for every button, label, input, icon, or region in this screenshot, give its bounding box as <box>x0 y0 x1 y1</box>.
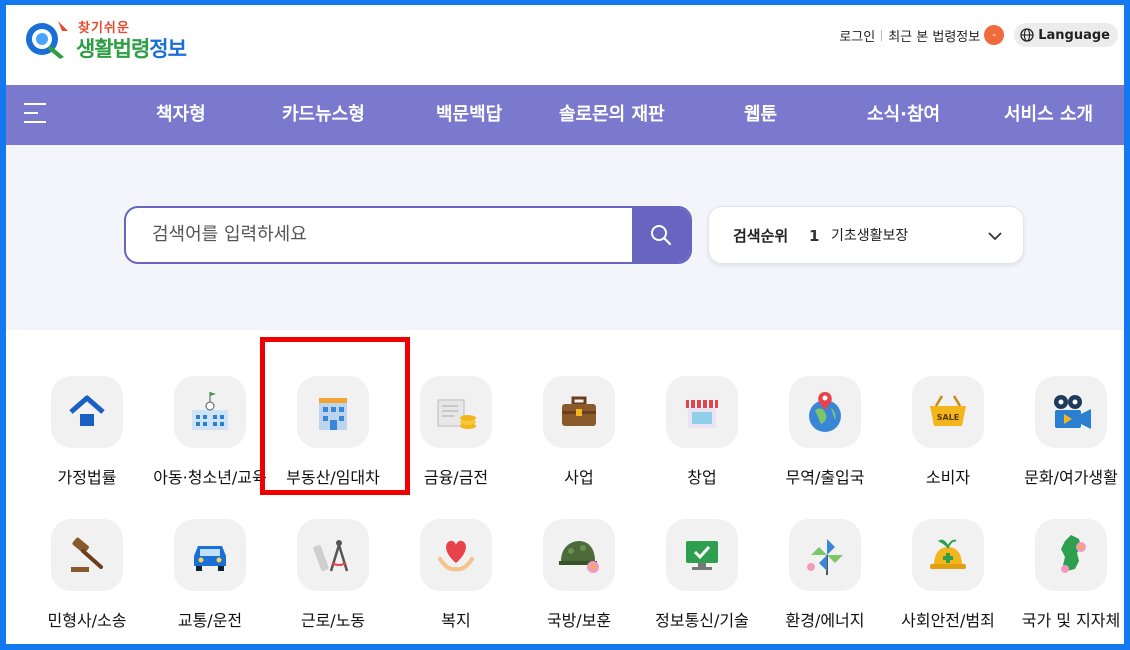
category-labor[interactable]: 근로/노동 <box>263 519 403 639</box>
category-label: 아동·청소년/교육 <box>153 468 267 487</box>
chevron-down-icon[interactable] <box>987 228 1003 244</box>
main-nav: 책자형 카드뉴스형 백문백답 솔로몬의 재판 웹툰 소식·참여 서비스 소개 <box>6 85 1124 145</box>
store-icon <box>666 376 738 448</box>
category-startup[interactable]: 창업 <box>632 376 772 496</box>
category-litigation[interactable]: 민형사/소송 <box>17 519 157 639</box>
recent-laws-link[interactable]: 최근 본 법령정보 <box>888 26 980 45</box>
compass-icon <box>297 519 369 591</box>
rank-number: 1 <box>809 227 820 245</box>
category-label: 민형사/소송 <box>47 611 127 630</box>
top-header: 찾기쉬운 생활법령정보 로그인 최근 본 법령정보 - Language <box>6 5 1124 85</box>
category-welfare[interactable]: 복지 <box>386 519 526 639</box>
category-label: 소비자 <box>925 468 971 487</box>
heart-hands-icon <box>420 519 492 591</box>
category-culture[interactable]: 문화/여가생활 <box>1001 376 1124 496</box>
rank-keyword[interactable]: 기초생활보장 <box>831 207 908 265</box>
car-icon <box>174 519 246 591</box>
category-finance[interactable]: 금융/금전 <box>386 376 526 496</box>
globe-icon <box>1020 28 1034 42</box>
nav-item-booklet[interactable]: 책자형 <box>156 85 206 145</box>
login-link[interactable]: 로그인 <box>839 26 875 45</box>
category-label: 교통/운전 <box>177 611 243 630</box>
money-icon <box>420 376 492 448</box>
language-button[interactable]: Language <box>1014 23 1118 47</box>
category-business[interactable]: 사업 <box>509 376 649 496</box>
category-government[interactable]: 국가 및 지자체 <box>1001 519 1124 639</box>
category-label: 무역/출입국 <box>785 468 865 487</box>
category-defense[interactable]: 국방/보훈 <box>509 519 649 639</box>
briefcase-icon <box>543 376 615 448</box>
search-section: 검색어를 입력하세요 검색순위 1 기초생활보장 <box>6 145 1124 330</box>
category-label: 복지 <box>441 611 471 630</box>
category-label: 문화/여가생활 <box>1024 468 1118 487</box>
video-camera-icon <box>1035 376 1107 448</box>
category-label: 가정법률 <box>57 468 117 487</box>
search-icon <box>651 225 672 246</box>
category-environment[interactable]: 환경/에너지 <box>755 519 895 639</box>
category-family-law[interactable]: 가정법률 <box>17 376 157 496</box>
category-public-safety[interactable]: 사회안전/범죄 <box>878 519 1018 639</box>
search-input[interactable]: 검색어를 입력하세요 <box>152 208 307 262</box>
nav-item-faq[interactable]: 백문백답 <box>436 85 502 145</box>
category-trade[interactable]: 무역/출입국 <box>755 376 895 496</box>
nav-item-webtoon[interactable]: 웹툰 <box>744 85 777 145</box>
nav-item-news[interactable]: 소식·참여 <box>867 85 940 145</box>
category-consumer[interactable]: SALE 소비자 <box>878 376 1018 496</box>
category-youth-education[interactable]: 아동·청소년/교육 <box>140 376 280 496</box>
utility-links: 로그인 최근 본 법령정보 - Language <box>839 22 1118 48</box>
logo-title-part2: 정보 <box>149 37 187 61</box>
category-label: 부동산/임대차 <box>286 468 380 487</box>
gavel-icon <box>51 519 123 591</box>
category-label: 정보통신/기술 <box>655 611 749 630</box>
category-ict[interactable]: 정보통신/기술 <box>632 519 772 639</box>
svg-text:SALE: SALE <box>937 413 960 422</box>
school-icon <box>174 376 246 448</box>
logo-title-part1: 생활법령 <box>76 37 150 61</box>
category-label: 국가 및 지자체 <box>1021 611 1121 630</box>
helmet-icon <box>543 519 615 591</box>
category-label: 환경/에너지 <box>785 611 865 630</box>
safety-helmet-icon <box>912 519 984 591</box>
category-label: 국방/보훈 <box>546 611 612 630</box>
pinwheel-icon <box>789 519 861 591</box>
hamburger-icon[interactable] <box>24 103 46 123</box>
sale-basket-icon: SALE <box>912 376 984 448</box>
search-button[interactable] <box>632 208 690 262</box>
category-label: 근로/노동 <box>300 611 366 630</box>
category-real-estate[interactable]: 부동산/임대차 <box>263 376 403 496</box>
building-icon <box>297 376 369 448</box>
monitor-check-icon <box>666 519 738 591</box>
category-traffic[interactable]: 교통/운전 <box>140 519 280 639</box>
divider <box>881 29 883 41</box>
globe-pin-icon <box>789 376 861 448</box>
language-label: Language <box>1038 27 1110 43</box>
category-label: 사업 <box>564 468 594 487</box>
house-icon <box>51 376 123 448</box>
logo-icon <box>26 21 68 59</box>
site-logo[interactable]: 찾기쉬운 생활법령정보 <box>24 13 214 69</box>
search-rank-dropdown[interactable]: 검색순위 1 기초생활보장 <box>708 206 1024 264</box>
category-label: 사회안전/범죄 <box>901 611 995 630</box>
korea-map-icon <box>1035 519 1107 591</box>
page-frame: 찾기쉬운 생활법령정보 로그인 최근 본 법령정보 - Language 책자형… <box>0 0 1130 650</box>
recent-count-badge: - <box>984 25 1005 45</box>
logo-title: 생활법령정보 <box>76 33 187 63</box>
rank-label: 검색순위 <box>733 227 789 245</box>
nav-item-solomon[interactable]: 솔로몬의 재판 <box>559 85 665 145</box>
category-label: 창업 <box>687 468 717 487</box>
search-box: 검색어를 입력하세요 <box>124 206 692 264</box>
nav-item-about[interactable]: 서비스 소개 <box>1004 85 1093 145</box>
category-label: 금융/금전 <box>423 468 489 487</box>
nav-item-cardnews[interactable]: 카드뉴스형 <box>282 85 365 145</box>
